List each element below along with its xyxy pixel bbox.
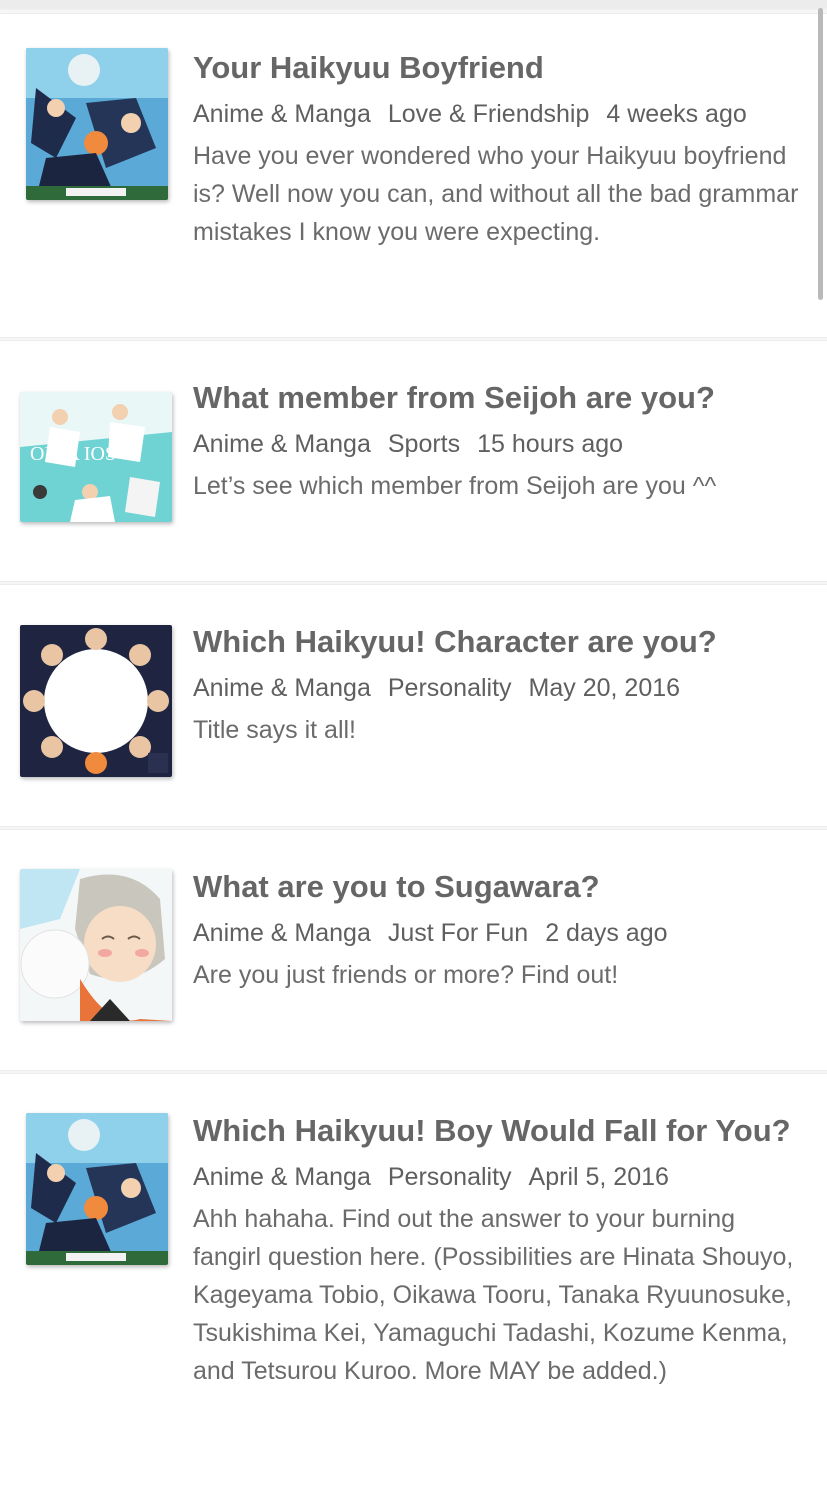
quiz-tag[interactable]: Just For Fun xyxy=(388,919,528,947)
quiz-title[interactable]: Your Haikyuu Boyfriend xyxy=(193,50,803,86)
sugawara-portrait-image[interactable] xyxy=(20,869,172,1021)
top-edge xyxy=(0,0,827,8)
quiz-category[interactable]: Anime & Manga xyxy=(193,919,371,947)
quiz-title[interactable]: What are you to Sugawara? xyxy=(193,869,803,905)
seijoh-team-image[interactable]: OIKA IOS xyxy=(20,392,172,522)
quiz-time: May 20, 2016 xyxy=(528,674,681,702)
quiz-description: Have you ever wondered who your Haikyuu … xyxy=(193,142,799,246)
team-huddle-circle-image[interactable] xyxy=(20,625,172,777)
scrollbar[interactable] xyxy=(818,8,823,300)
haikyuu-team-poster-image[interactable] xyxy=(26,48,168,200)
quiz-meta: Anime & Manga Personality May 20, 2016 xyxy=(193,673,803,703)
quiz-card[interactable]: What are you to Sugawara? Anime & Manga J… xyxy=(0,829,827,1071)
quiz-card[interactable]: Which Haikyuu! Character are you? Anime … xyxy=(0,584,827,827)
quiz-description: Are you just friends or more? Find out! xyxy=(193,961,619,989)
quiz-card[interactable]: Your Haikyuu Boyfriend Anime & Manga Love… xyxy=(0,13,827,338)
quiz-description: Title says it all! xyxy=(193,716,357,744)
quiz-meta: Anime & Manga Just For Fun 2 days ago xyxy=(193,918,803,948)
quiz-meta: Anime & Manga Love & Friendship 4 weeks ag… xyxy=(193,99,803,129)
quiz-tag[interactable]: Personality xyxy=(388,1163,512,1191)
quiz-title[interactable]: What member from Seijoh are you? xyxy=(193,380,803,416)
quiz-tag[interactable]: Love & Friendship xyxy=(388,100,590,128)
quiz-description: Ahh hahaha. Find out the answer to your … xyxy=(193,1205,794,1385)
haikyuu-team-poster-image[interactable] xyxy=(26,1113,168,1265)
quiz-meta: Anime & Manga Sports 15 hours ago xyxy=(193,429,803,459)
quiz-card[interactable]: OIKA IOS What member from Seijoh are you… xyxy=(0,340,827,582)
quiz-time: 2 days ago xyxy=(545,919,668,947)
quiz-card[interactable]: Which Haikyuu! Boy Would Fall for You? A… xyxy=(0,1073,827,1493)
quiz-time: 15 hours ago xyxy=(477,430,624,458)
quiz-tag[interactable]: Personality xyxy=(388,674,512,702)
quiz-meta: Anime & Manga Personality April 5, 2016 xyxy=(193,1162,803,1192)
quiz-title[interactable]: Which Haikyuu! Boy Would Fall for You? xyxy=(193,1113,803,1149)
quiz-description: Let’s see which member from Seijoh are y… xyxy=(193,472,717,500)
quiz-category[interactable]: Anime & Manga xyxy=(193,430,371,458)
quiz-title[interactable]: Which Haikyuu! Character are you? xyxy=(193,624,803,660)
quiz-category[interactable]: Anime & Manga xyxy=(193,100,371,128)
quiz-category[interactable]: Anime & Manga xyxy=(193,674,371,702)
quiz-time: April 5, 2016 xyxy=(528,1163,669,1191)
quiz-tag[interactable]: Sports xyxy=(388,430,460,458)
svg-text:OIKA IOS: OIKA IOS xyxy=(30,443,116,465)
quiz-time: 4 weeks ago xyxy=(606,100,747,128)
quiz-category[interactable]: Anime & Manga xyxy=(193,1163,371,1191)
